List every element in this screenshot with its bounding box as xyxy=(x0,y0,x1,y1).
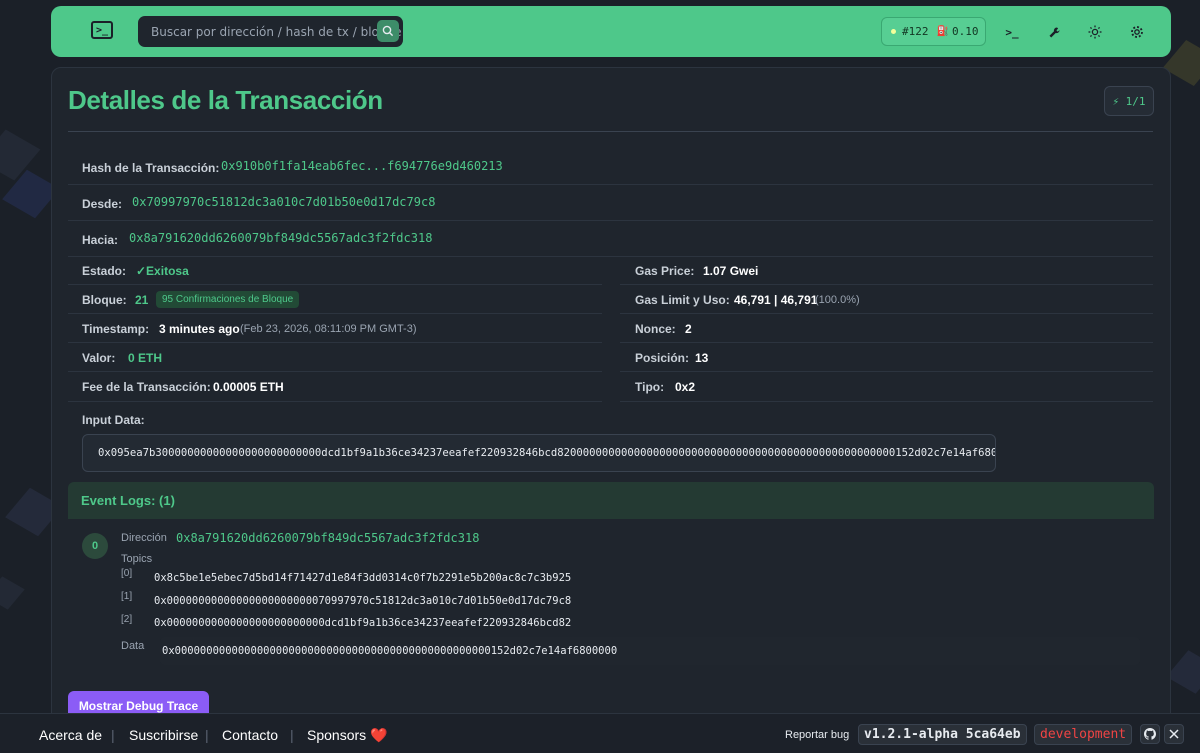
divider xyxy=(68,284,602,285)
divider xyxy=(620,342,1153,343)
github-icon[interactable] xyxy=(1140,724,1160,744)
footer-link-about[interactable]: Acerca de xyxy=(39,727,102,743)
tx-hash[interactable]: 0x910b0f1fa14eab6fec...f694776e9d460213 xyxy=(221,159,503,173)
latest-block-number: #122 xyxy=(902,25,929,38)
hash-row: Hash de la Transacción: 0x910b0f1fa14eab… xyxy=(68,149,1153,185)
x-twitter-icon[interactable] xyxy=(1164,724,1184,744)
topic-value: 0x0000000000000000000000000dcd1bf9a1b36c… xyxy=(154,617,572,629)
report-bug-link[interactable]: Reportar bug xyxy=(785,729,849,741)
timestamp-label: Timestamp: xyxy=(82,322,150,336)
to-label: Hacia: xyxy=(82,233,119,247)
footer-link-sponsors[interactable]: Sponsors ❤️ xyxy=(307,727,387,744)
gas-value: 0.10 xyxy=(951,25,979,38)
footer-separator: | xyxy=(111,727,115,743)
value-label: Valor: xyxy=(82,351,116,365)
environment-badge: development xyxy=(1034,724,1133,745)
gear-icon[interactable] xyxy=(1129,24,1145,40)
hash-label: Hash de la Transacción: xyxy=(82,161,220,175)
background-decoration xyxy=(0,129,41,181)
topic-index: [2] xyxy=(121,614,133,625)
gas-pump-icon: ⛽ xyxy=(936,26,949,37)
log-address-link[interactable]: 0x8a791620dd6260079bf849dc5567adc3f2fdc3… xyxy=(176,531,479,545)
divider xyxy=(68,342,602,343)
footer-link-contact[interactable]: Contacto xyxy=(222,727,278,743)
topic-index: [1] xyxy=(121,591,133,602)
background-decoration xyxy=(1166,650,1200,694)
search-bar[interactable]: Buscar por dirección / hash de tx / bloq… xyxy=(138,16,403,47)
fee-amount: 0.00005 ETH xyxy=(213,380,284,394)
network-status: #122 ⛽ 0.10 xyxy=(881,17,986,46)
position-value: 13 xyxy=(695,351,709,365)
background-decoration xyxy=(0,576,25,610)
footer: Acerca de | Suscribirse | Contacto | Spo… xyxy=(0,713,1200,753)
gas-limit-label: Gas Limit y Uso: xyxy=(635,293,730,307)
divider xyxy=(620,313,1153,314)
nonce-label: Nonce: xyxy=(635,322,676,336)
to-address-link[interactable]: 0x8a791620dd6260079bf849dc5567adc3f2fdc3… xyxy=(129,231,432,245)
timestamp-absolute: (Feb 23, 2026, 08:11:09 PM GMT-3) xyxy=(240,323,417,335)
gas-price-label: Gas Price: xyxy=(635,264,695,278)
gas-limit-value: 46,791 | 46,791 xyxy=(734,293,818,307)
log-data-field: 0x00000000000000000000000000000000000000… xyxy=(160,637,1140,665)
terminal-logo-icon[interactable]: >_ xyxy=(91,21,113,39)
divider xyxy=(68,401,602,402)
version-badge: v1.2.1-alpha 5ca64eb xyxy=(858,724,1027,745)
divider xyxy=(68,131,1153,132)
from-label: Desde: xyxy=(82,197,123,211)
input-data-label: Input Data: xyxy=(82,413,145,427)
from-address-link[interactable]: 0x70997970c51812dc3a010c7d01b50e0d17dc79… xyxy=(132,195,435,209)
status-value: ✓Exitosa xyxy=(136,264,189,278)
log-address-label: Dirección xyxy=(121,532,167,544)
event-logs-header: Event Logs: (1) xyxy=(68,482,1154,519)
status-dot-icon xyxy=(891,29,896,34)
position-label: Posición: xyxy=(635,351,690,365)
sun-icon[interactable] xyxy=(1087,24,1103,40)
timestamp-relative: 3 minutes ago xyxy=(159,322,240,336)
from-row: Desde: 0x70997970c51812dc3a010c7d01b50e0… xyxy=(68,185,1153,221)
type-label: Tipo: xyxy=(635,380,665,394)
divider xyxy=(68,313,602,314)
log-index-badge: 0 xyxy=(82,533,108,559)
divider xyxy=(620,401,1153,402)
type-value: 0x2 xyxy=(675,380,696,394)
confirmations-badge: 95 Confirmaciones de Bloque xyxy=(156,291,300,308)
to-row: Hacia: 0x8a791620dd6260079bf849dc5567adc… xyxy=(68,221,1153,257)
footer-link-subscribe[interactable]: Suscribirse xyxy=(129,727,198,743)
status-label: Estado: xyxy=(82,264,127,278)
topics-label: Topics xyxy=(121,553,153,565)
gas-usage-percent: (100.0%) xyxy=(815,294,860,306)
nonce-value: 2 xyxy=(685,322,692,336)
wrench-icon[interactable] xyxy=(1046,24,1062,40)
fee-label: Fee de la Transacción: xyxy=(82,380,211,394)
data-label: Data xyxy=(121,640,145,652)
transaction-pager[interactable]: ⚡ 1/1 xyxy=(1104,86,1154,116)
block-label: Bloque: xyxy=(82,293,127,307)
divider xyxy=(620,371,1153,372)
search-button[interactable] xyxy=(377,20,399,42)
topic-value: 0x8c5be1e5ebec7d5bd14f71427d1e84f3dd0314… xyxy=(154,572,572,584)
block-number-link[interactable]: 21 xyxy=(135,293,148,307)
footer-separator: | xyxy=(205,727,209,743)
search-input[interactable]: Buscar por dirección / hash de tx / bloq… xyxy=(151,25,401,39)
topic-index: [0] xyxy=(121,568,133,579)
footer-separator: | xyxy=(290,727,294,743)
value-amount: 0 ETH xyxy=(128,351,163,365)
search-icon xyxy=(382,25,394,37)
divider xyxy=(620,284,1153,285)
divider xyxy=(68,371,602,372)
topic-value: 0x00000000000000000000000070997970c51812… xyxy=(154,595,572,607)
transaction-details-panel: Detalles de la Transacción ⚡ 1/1 Hash de… xyxy=(51,67,1171,727)
top-navbar: >_ Buscar por dirección / hash de tx / b… xyxy=(51,6,1171,57)
input-data-field[interactable]: 0x095ea7b30000000000000000000000000dcd1b… xyxy=(82,434,996,472)
page-title: Detalles de la Transacción xyxy=(68,85,383,115)
terminal-icon[interactable]: >_ xyxy=(1004,24,1020,40)
gas-price-value: 1.07 Gwei xyxy=(703,264,759,278)
